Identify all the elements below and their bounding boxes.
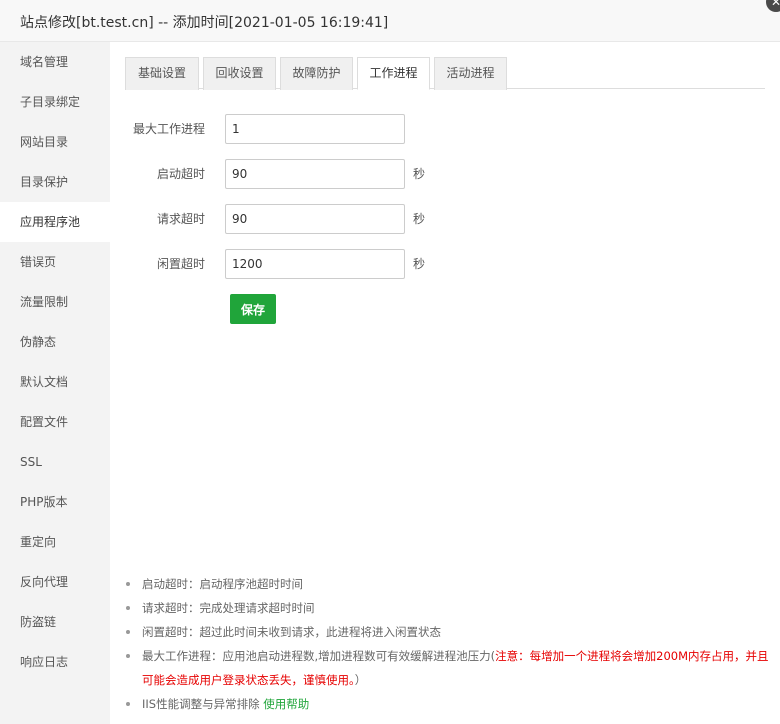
help-idle-text: 闲置超时：超过此时间未收到请求，此进程将进入闲置状态 xyxy=(142,625,441,639)
sidebar-item-site-dir[interactable]: 网站目录 xyxy=(0,122,110,162)
help-notes: 启动超时：启动程序池超时时间 请求超时：完成处理请求超时时间 闲置超时：超过此时… xyxy=(124,572,776,716)
help-usage-link[interactable]: 使用帮助 xyxy=(263,697,309,711)
sidebar-item-ssl[interactable]: SSL xyxy=(0,442,110,482)
help-item-performance: IIS性能调整与异常排除 使用帮助 xyxy=(124,692,776,716)
window-title: 站点修改[bt.test.cn] -- 添加时间[2021-01-05 16:1… xyxy=(20,15,389,31)
sidebar: 域名管理 子目录绑定 网站目录 目录保护 应用程序池 错误页 流量限制 伪静态 … xyxy=(0,42,110,724)
tab-bar: 基础设置 回收设置 故障防护 工作进程 活动进程 xyxy=(125,57,765,90)
bullet-icon xyxy=(126,654,130,658)
bullet-icon xyxy=(126,630,130,634)
bullet-icon xyxy=(126,606,130,610)
help-perf-text: IIS性能调整与异常排除 xyxy=(142,697,260,711)
startup-timeout-unit: 秒 xyxy=(413,167,426,181)
tab-recycle-settings[interactable]: 回收设置 xyxy=(203,57,276,90)
help-startup-text: 启动超时：启动程序池超时时间 xyxy=(142,577,303,591)
request-timeout-label: 请求超时 xyxy=(156,212,205,226)
sidebar-item-hotlink[interactable]: 防盗链 xyxy=(0,602,110,642)
sidebar-item-error-page[interactable]: 错误页 xyxy=(0,242,110,282)
idle-timeout-input[interactable] xyxy=(225,249,405,279)
idle-timeout-label: 闲置超时 xyxy=(156,257,205,271)
sidebar-item-default-doc[interactable]: 默认文档 xyxy=(0,362,110,402)
sidebar-item-redirect[interactable]: 重定向 xyxy=(0,522,110,562)
sidebar-item-reverse-proxy[interactable]: 反向代理 xyxy=(0,562,110,602)
request-timeout-unit: 秒 xyxy=(413,212,426,226)
sidebar-item-traffic-limit[interactable]: 流量限制 xyxy=(0,282,110,322)
idle-timeout-unit: 秒 xyxy=(413,257,426,271)
sidebar-item-domain[interactable]: 域名管理 xyxy=(0,42,110,82)
help-item-startup: 启动超时：启动程序池超时时间 xyxy=(124,572,776,596)
sidebar-item-config-file[interactable]: 配置文件 xyxy=(0,402,110,442)
save-button[interactable]: 保存 xyxy=(230,294,276,324)
sidebar-item-rewrite[interactable]: 伪静态 xyxy=(0,322,110,362)
tab-basic-settings[interactable]: 基础设置 xyxy=(125,57,199,90)
main-panel: 基础设置 回收设置 故障防护 工作进程 活动进程 最大工作进程 启动超时 秒 请… xyxy=(110,42,780,724)
max-workers-label: 最大工作进程 xyxy=(132,122,205,136)
sidebar-item-response-log[interactable]: 响应日志 xyxy=(0,642,110,682)
bullet-icon xyxy=(126,702,130,706)
request-timeout-input[interactable] xyxy=(225,204,405,234)
max-workers-input[interactable] xyxy=(225,114,405,144)
tab-active-process[interactable]: 活动进程 xyxy=(434,57,507,90)
sidebar-item-subdir-binding[interactable]: 子目录绑定 xyxy=(0,82,110,122)
help-request-text: 请求超时：完成处理请求超时时间 xyxy=(142,601,315,615)
close-icon[interactable]: ✕ xyxy=(766,0,780,12)
help-item-idle: 闲置超时：超过此时间未收到请求，此进程将进入闲置状态 xyxy=(124,620,776,644)
window-titlebar: 站点修改[bt.test.cn] -- 添加时间[2021-01-05 16:1… xyxy=(0,0,780,42)
tab-fault-protection[interactable]: 故障防护 xyxy=(280,57,353,90)
help-item-request: 请求超时：完成处理请求超时时间 xyxy=(124,596,776,620)
help-item-max-workers: 最大工作进程：应用池启动进程数,增加进程数可有效缓解进程池压力(注意：每增加一个… xyxy=(124,644,776,692)
bullet-icon xyxy=(126,582,130,586)
startup-timeout-label: 启动超时 xyxy=(156,167,205,181)
help-max-suffix: ） xyxy=(354,673,367,687)
sidebar-item-app-pool[interactable]: 应用程序池 xyxy=(0,202,110,242)
help-max-prefix: 最大工作进程：应用池启动进程数,增加进程数可有效缓解进程池压力( xyxy=(142,649,496,663)
startup-timeout-input[interactable] xyxy=(225,159,405,189)
sidebar-item-dir-protect[interactable]: 目录保护 xyxy=(0,162,110,202)
sidebar-item-php-version[interactable]: PHP版本 xyxy=(0,482,110,522)
tab-worker-process[interactable]: 工作进程 xyxy=(357,57,430,90)
